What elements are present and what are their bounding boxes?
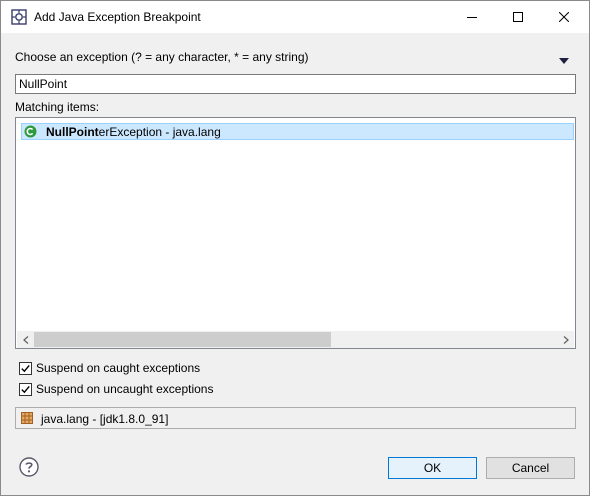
suspend-caught-checkbox[interactable] [19, 361, 32, 375]
exception-prompt-label: Choose an exception (? = any character, … [15, 50, 309, 64]
close-button[interactable] [541, 1, 587, 33]
scroll-left-button[interactable] [17, 331, 34, 348]
package-status-bar: java.lang - [jdk1.8.0_91] [15, 407, 576, 429]
suspend-caught-label: Suspend on caught exceptions [36, 361, 201, 375]
close-icon [559, 12, 569, 22]
package-status-text: java.lang - [jdk1.8.0_91] [41, 412, 169, 426]
class-icon [24, 125, 37, 138]
cancel-button[interactable]: Cancel [486, 457, 575, 479]
dialog-window: Add Java Exception Breakpoint Choose an … [0, 0, 590, 496]
suspend-caught-option[interactable]: Suspend on caught exceptions [19, 360, 200, 376]
list-item-match: NullPoint [46, 125, 99, 139]
suspend-uncaught-checkbox[interactable] [19, 382, 32, 396]
minimize-button[interactable] [449, 1, 495, 33]
suspend-uncaught-option[interactable]: Suspend on uncaught exceptions [19, 381, 213, 397]
history-dropdown-icon[interactable] [558, 54, 570, 64]
help-icon[interactable] [19, 457, 39, 477]
exception-search-input[interactable] [15, 74, 576, 94]
scroll-right-button[interactable] [557, 331, 574, 348]
matching-items-list[interactable]: NullPointerException - java.lang [15, 117, 576, 349]
minimize-icon [467, 17, 477, 18]
suspend-uncaught-label: Suspend on uncaught exceptions [36, 382, 214, 396]
package-icon [21, 412, 33, 424]
title-bar[interactable]: Add Java Exception Breakpoint [1, 1, 589, 33]
chevron-left-icon [22, 335, 28, 344]
ok-button[interactable]: OK [388, 457, 477, 479]
list-item-rest: erException - java.lang [98, 125, 221, 139]
checkmark-icon [21, 385, 30, 393]
maximize-icon [513, 12, 523, 22]
scroll-thumb[interactable] [34, 332, 331, 347]
horizontal-scrollbar[interactable] [17, 331, 574, 348]
maximize-button[interactable] [495, 1, 541, 33]
list-item-nullpointerexception[interactable]: NullPointerException - java.lang [21, 123, 574, 140]
checkmark-icon [21, 364, 30, 372]
list-item-label: NullPointerException - java.lang [46, 125, 221, 139]
window-title: Add Java Exception Breakpoint [34, 10, 201, 24]
matching-items-label: Matching items: [15, 100, 100, 114]
chevron-right-icon [563, 335, 569, 344]
eclipse-app-icon [11, 9, 27, 25]
